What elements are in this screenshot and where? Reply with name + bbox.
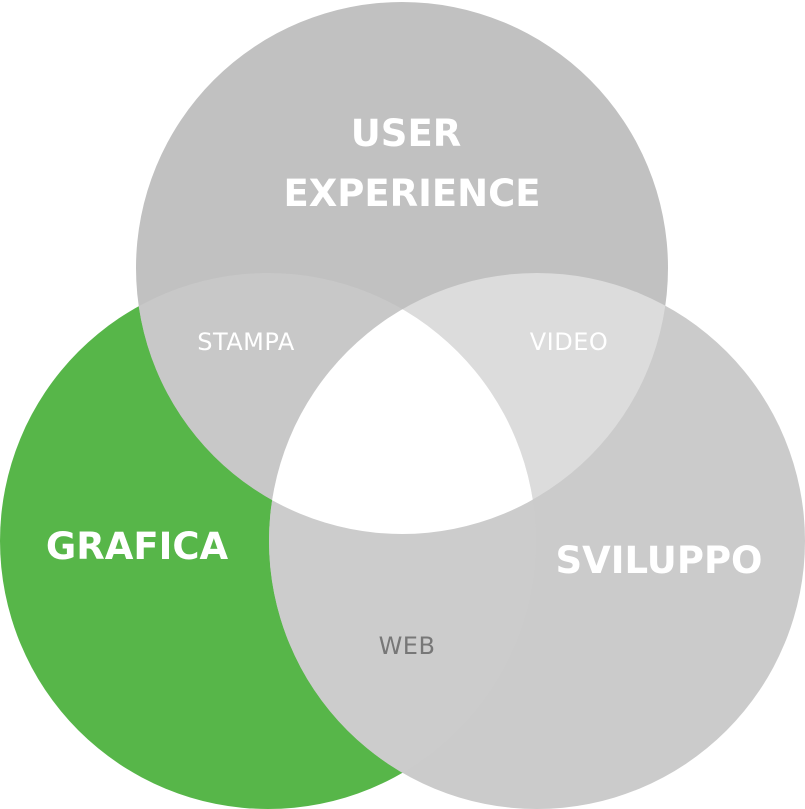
label-sviluppo: SVILUPPO [555,539,762,582]
label-video: VIDEO [530,328,609,356]
label-web: WEB [379,632,436,660]
label-stampa: STAMPA [197,328,295,356]
label-user: USER [351,112,461,155]
label-experience: EXPERIENCE [283,172,540,215]
venn-diagram: USER EXPERIENCE GRAFICA SVILUPPO STAMPA … [0,2,805,809]
label-grafica: GRAFICA [46,525,229,568]
